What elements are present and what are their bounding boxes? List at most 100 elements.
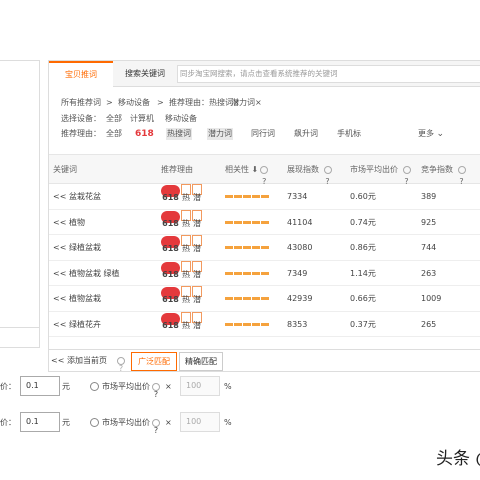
chevron-down-icon: ⌄ [436, 129, 445, 139]
device-option-computer[interactable]: 计算机 [130, 113, 154, 125]
col-relevance[interactable]: 相关性 ⬇? [225, 155, 269, 186]
competition-cell: 265 [421, 319, 437, 329]
badge-618: 618 [161, 210, 180, 228]
price-cell: 0.66元 [350, 294, 376, 303]
price-cell: 0.60元 [350, 192, 376, 201]
relevance-bar [261, 220, 269, 224]
market-price-label: 市场平均出价 [102, 418, 150, 427]
reason-option-potential[interactable]: 潜力词 [207, 128, 233, 140]
relevance-bar [234, 195, 242, 198]
breadcrumb-reason[interactable]: 推荐理由：热搜词× [169, 97, 240, 109]
keyword-cell[interactable]: << 植物 [53, 210, 85, 235]
breadcrumb-potential[interactable]: 潜力词× [231, 97, 262, 109]
badge-potential: 潜 [192, 184, 202, 202]
relevance-bars [225, 261, 270, 286]
badge-hot: 热 [181, 235, 191, 253]
price-cell: 1.14元 [350, 268, 376, 278]
breadcrumb-device[interactable]: 移动设备 [118, 97, 150, 109]
reason-filter-label: 推荐理由： [61, 129, 101, 138]
col-impression[interactable]: 展现指数 ? [287, 155, 332, 186]
relevance-bar [261, 195, 269, 198]
reason-option-mobile[interactable]: 手机标 [337, 128, 361, 140]
col-competition[interactable]: 竞争指数 ? [421, 155, 466, 186]
badge-hot: 热 [181, 260, 191, 279]
relevance-bar [225, 322, 233, 326]
col-competition-label: 竞争指数 [421, 165, 453, 174]
percent-input[interactable]: 100 [180, 412, 220, 432]
badge-potential: 潜 [192, 235, 202, 253]
badge-potential: 潜 [192, 260, 202, 279]
tab-search-keywords[interactable]: 搜索关键词 [113, 61, 177, 87]
keyword-cell[interactable]: << 植物盆栽 [53, 286, 101, 311]
breadcrumb-sep: > [157, 98, 164, 107]
percent-input[interactable]: 100 [180, 376, 220, 396]
table-row[interactable]: << 绿植花卉 618 热潜 8353 0.37元 265 [49, 311, 480, 337]
reason-option-hot[interactable]: 热搜词 [166, 128, 192, 140]
relevance-bars [225, 286, 270, 311]
keyword-cell[interactable]: << 绿植盆栽 [53, 235, 101, 260]
broad-match-button[interactable]: 广泛匹配 [131, 352, 177, 371]
relevance-bar [261, 271, 269, 275]
add-current-page-button[interactable]: << 添加当前页 [51, 350, 107, 371]
col-reason: 推荐理由 [161, 165, 193, 174]
relevance-bar [252, 297, 260, 300]
relevance-bar [261, 297, 269, 300]
percent-sign: % [224, 418, 232, 427]
keyword-cell[interactable]: << 盆栽花盆 [53, 184, 101, 209]
relevance-bar [243, 297, 251, 300]
relevance-bar [243, 195, 251, 198]
help-icon: ? [150, 376, 160, 399]
col-market-price-label: 市场平均出价 [350, 165, 398, 174]
keyword-cell[interactable]: << 植物盆栽 绿植 [53, 261, 120, 286]
more-filters-button[interactable]: 更多 ⌄ [418, 128, 444, 140]
table-row[interactable]: << 植物盆栽 618 热潜 42939 0.66元 1009 [49, 286, 480, 312]
relevance-bar [252, 195, 260, 198]
impression-cell: 7349 [287, 268, 308, 278]
price-cell: 0.37元 [350, 319, 376, 329]
more-label: 更多 [418, 129, 434, 138]
keyword-search-input[interactable]: 同步淘宝网搜索，请点击查看系统推荐的关键词 [177, 65, 480, 83]
market-price-radio[interactable] [90, 418, 99, 427]
help-icon: ? [150, 412, 160, 435]
table-row[interactable]: << 绿植盆栽 618 热潜 43080 0.86元 744 [49, 235, 480, 261]
reason-option-all[interactable]: 全部 [106, 128, 122, 140]
device-option-mobile[interactable]: 移动设备 [165, 113, 197, 125]
help-icon: ? [260, 165, 269, 186]
table-row[interactable]: << 植物盆栽 绿植 618 热潜 7349 1.14元 263 [49, 260, 480, 287]
reason-option-618[interactable]: 618 [135, 128, 154, 140]
relevance-bar [252, 246, 260, 249]
reason-cell: 618 热潜 [161, 184, 202, 210]
col-impression-label: 展现指数 [287, 165, 319, 174]
match-bar: << 添加当前页 ? 广泛匹配 精确匹配 [49, 349, 480, 371]
market-price-radio[interactable] [90, 382, 99, 391]
price-input[interactable]: 0.1 [20, 412, 60, 432]
relevance-bar [234, 220, 242, 224]
reason-cell: 618 热潜 [161, 260, 202, 287]
relevance-bar [243, 246, 251, 249]
col-keyword: 关键词 [53, 165, 77, 174]
badge-potential: 潜 [192, 209, 202, 228]
competition-cell: 744 [421, 243, 437, 252]
reason-option-rising[interactable]: 飙升词 [294, 128, 318, 140]
keyword-cell[interactable]: << 绿植花卉 [53, 312, 101, 337]
relevance-bar [234, 322, 242, 326]
exact-match-button[interactable]: 精确匹配 [179, 352, 223, 371]
left-panel [0, 60, 40, 348]
reason-option-peer[interactable]: 同行词 [251, 128, 275, 140]
col-market-price[interactable]: 市场平均出价 ? [350, 155, 411, 186]
price-input[interactable]: 0.1 [20, 376, 60, 396]
relevance-bars [225, 235, 270, 260]
device-option-all[interactable]: 全部 [106, 113, 122, 125]
table-row[interactable]: << 植物 618 热潜 41104 0.74元 925 [49, 209, 480, 235]
table-row[interactable]: << 盆栽花盆 618 热潜 7334 0.60元 389 [49, 184, 480, 210]
breadcrumb-all[interactable]: 所有推荐词 [61, 97, 101, 109]
relevance-bar [225, 271, 233, 275]
tab-item-recommend[interactable]: 宝贝推词 [49, 61, 113, 87]
price-setting-row: 价： 0.1 元 市场平均出价 ? × 100 % [0, 412, 240, 435]
tab-bar: 宝贝推词 搜索关键词 同步淘宝网搜索，请点击查看系统推荐的关键词 [49, 61, 480, 87]
table-header: 关键词 推荐理由 相关性 ⬇? 展现指数 ? 市场平均出价 ? 竞争指数 ? [49, 154, 480, 186]
competition-cell: 1009 [421, 294, 442, 303]
price-cell: 0.86元 [350, 243, 376, 252]
price-label: 价： [0, 418, 16, 427]
competition-cell: 389 [421, 192, 437, 201]
